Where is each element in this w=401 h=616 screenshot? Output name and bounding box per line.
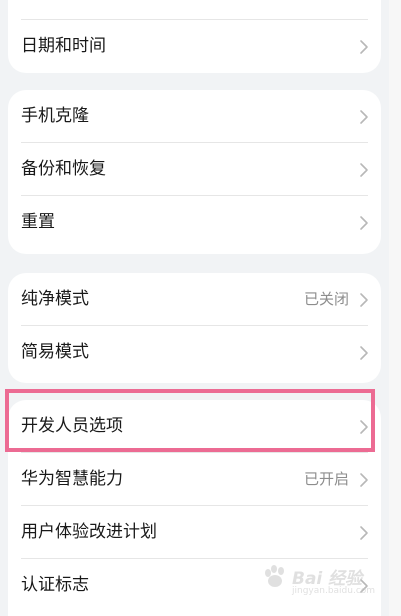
settings-row-developer-options[interactable]: 开发人员选项 <box>8 400 381 453</box>
chevron-right-icon <box>360 110 368 124</box>
row-label: 重置 <box>21 212 55 232</box>
settings-screen: 日期和时间 手机克隆 备份和恢复 重置 纯净模式 已关闭 简易模式 开发人员选项… <box>0 0 401 616</box>
settings-group-system-time: 日期和时间 <box>8 0 381 73</box>
chevron-right-icon <box>360 473 368 487</box>
row-label: 手机克隆 <box>21 106 89 126</box>
chevron-right-icon <box>360 346 368 360</box>
watermark-url-text: jingyan.baidu.com <box>292 586 376 596</box>
settings-row-pure-mode[interactable]: 纯净模式 已关闭 <box>8 273 381 326</box>
chevron-right-icon <box>360 293 368 307</box>
chevron-right-icon <box>360 40 368 54</box>
row-status-value: 已关闭 <box>303 290 349 308</box>
row-label: 开发人员选项 <box>21 416 123 436</box>
settings-group-backup: 手机克隆 备份和恢复 重置 <box>8 90 381 254</box>
settings-row-date-time[interactable]: 日期和时间 <box>8 20 381 73</box>
chevron-right-icon <box>360 216 368 230</box>
settings-row-simple-mode[interactable]: 简易模式 <box>8 326 381 379</box>
row-label: 用户体验改进计划 <box>21 522 157 542</box>
chevron-right-icon <box>360 526 368 540</box>
row-label: 认证标志 <box>21 575 89 595</box>
row-label: 日期和时间 <box>21 36 106 56</box>
settings-row-phone-clone[interactable]: 手机克隆 <box>8 90 381 143</box>
row-label: 简易模式 <box>21 342 89 362</box>
paw-logo-icon <box>265 565 284 587</box>
settings-row-spacer <box>8 0 381 20</box>
chevron-right-icon <box>360 420 368 434</box>
settings-row-huawei-smart[interactable]: 华为智慧能力 已开启 <box>8 453 381 506</box>
screen-edge-strip <box>389 0 401 616</box>
row-label: 华为智慧能力 <box>21 469 123 489</box>
settings-row-user-experience[interactable]: 用户体验改进计划 <box>8 506 381 559</box>
settings-group-modes: 纯净模式 已关闭 简易模式 <box>8 273 381 383</box>
row-label: 备份和恢复 <box>21 159 106 179</box>
settings-row-backup-restore[interactable]: 备份和恢复 <box>8 143 381 196</box>
baidu-jingyan-watermark: Bai 经验 jingyan.baidu.com <box>262 562 380 606</box>
chevron-right-icon <box>360 163 368 177</box>
settings-row-reset[interactable]: 重置 <box>8 196 381 249</box>
row-label: 纯净模式 <box>21 289 89 309</box>
row-status-value: 已开启 <box>303 470 349 488</box>
